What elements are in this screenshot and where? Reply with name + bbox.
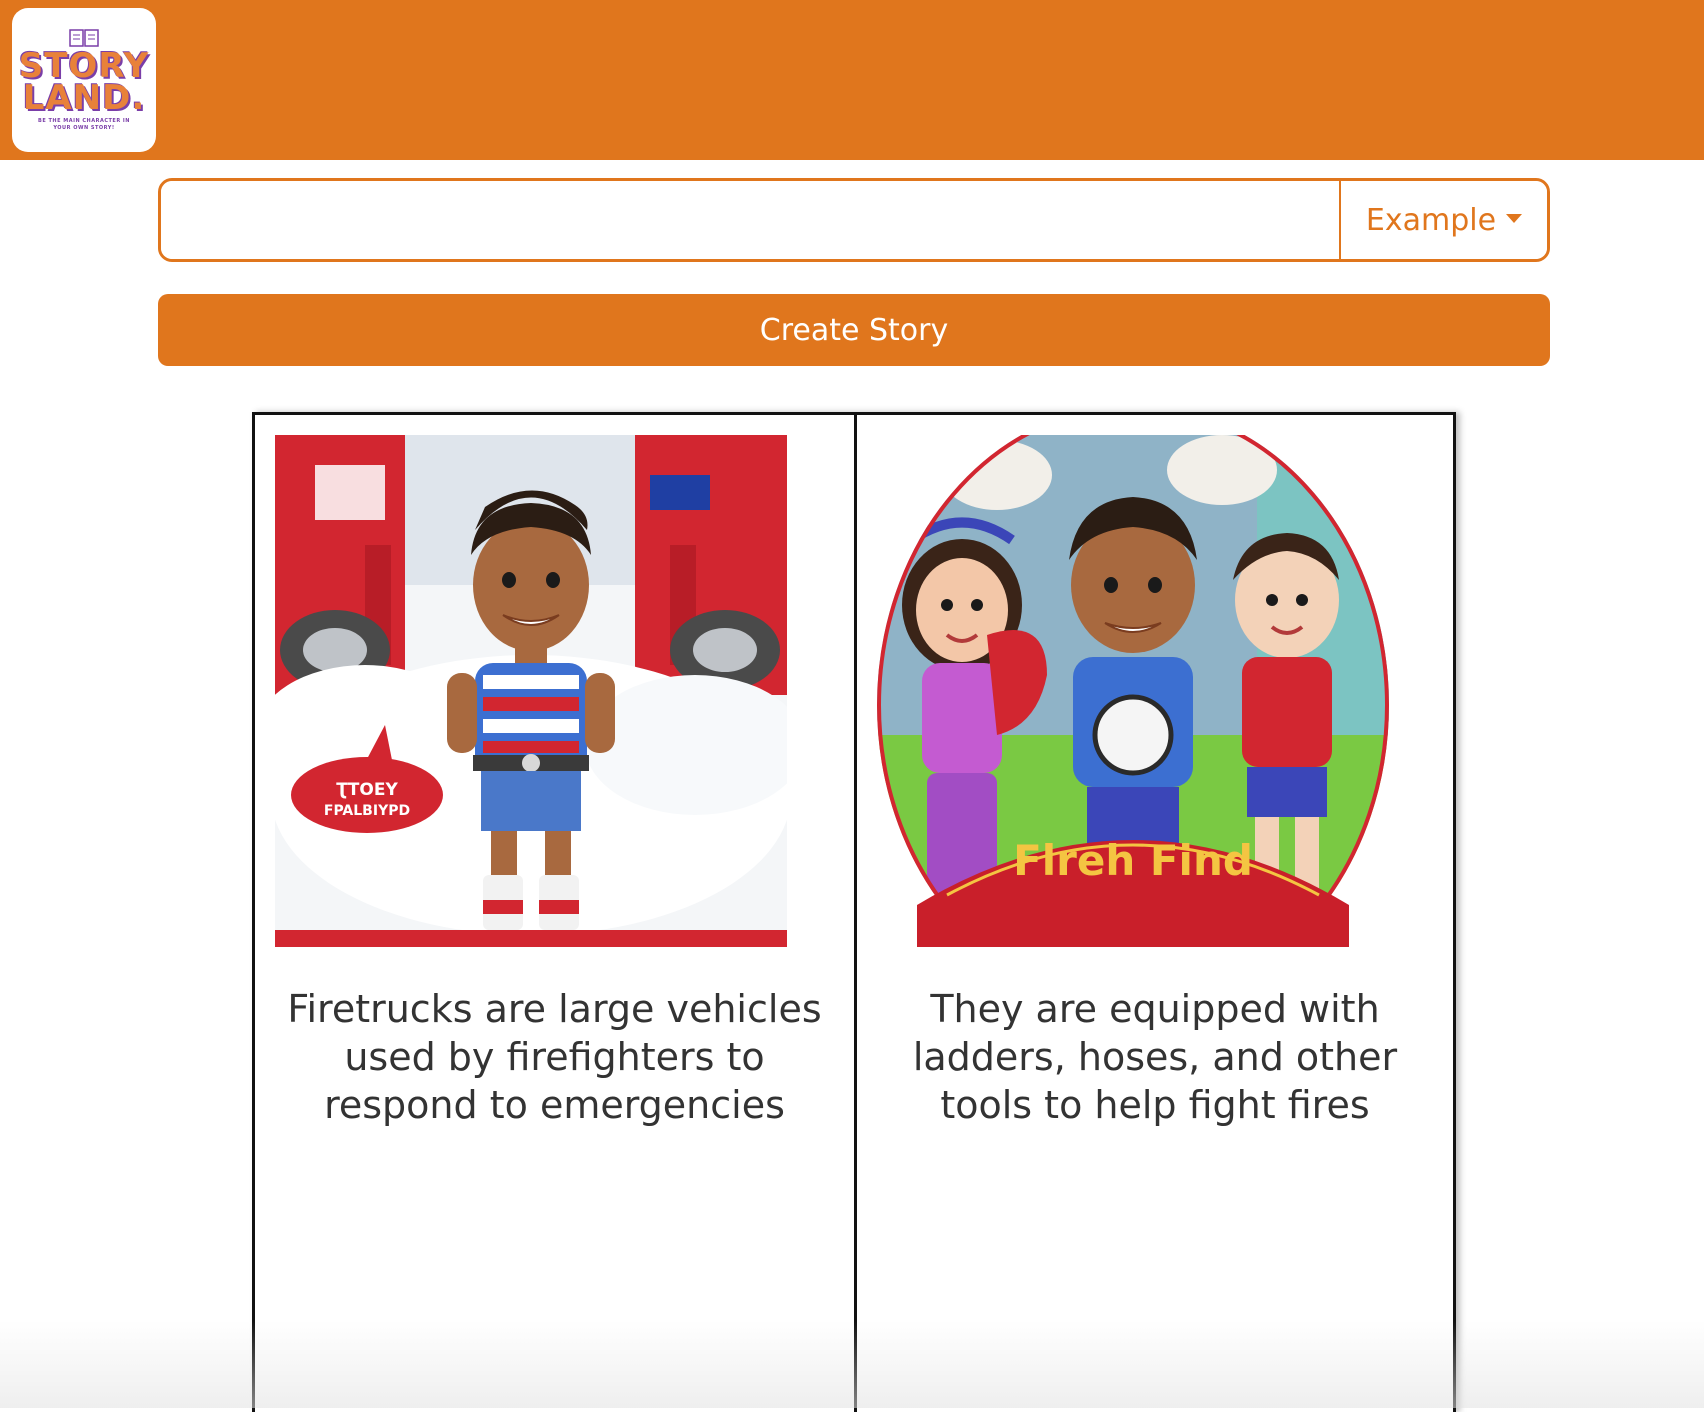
create-story-button[interactable]: Create Story bbox=[158, 294, 1550, 366]
book-icon bbox=[69, 29, 99, 47]
top-navbar: STORY LAND. BE THE MAIN CHARACTER IN YOU… bbox=[0, 0, 1704, 160]
story-illustration-firetruck-boy: ƮTOEY FPALBIYPD bbox=[275, 435, 787, 947]
logo-text-land: LAND. bbox=[22, 78, 146, 118]
storyland-logo[interactable]: STORY LAND. BE THE MAIN CHARACTER IN YOU… bbox=[12, 8, 156, 152]
story-page-1: ƮTOEY FPALBIYPD Firetrucks are large veh… bbox=[255, 415, 854, 1412]
story-prompt-input[interactable] bbox=[161, 181, 1339, 259]
story-page-1-text: Firetrucks are large vehicles used by fi… bbox=[287, 987, 822, 1127]
logo-tagline: BE THE MAIN CHARACTER IN YOUR OWN STORY! bbox=[38, 118, 130, 131]
story-page-2-text: They are equipped with ladders, hoses, a… bbox=[912, 987, 1398, 1127]
story-prompt-group: Example bbox=[158, 178, 1550, 262]
bubble-text-line-2: FPALBIYPD bbox=[324, 803, 410, 819]
storybook: ƮTOEY FPALBIYPD Firetrucks are large veh… bbox=[252, 412, 1456, 1412]
bubble-text-line-1: ƮTOEY bbox=[336, 780, 398, 800]
example-dropdown-label: Example bbox=[1365, 202, 1497, 238]
caret-down-icon bbox=[1506, 213, 1523, 223]
story-illustration-three-kids: Flreh Find bbox=[877, 435, 1389, 947]
banner-text: Flreh Find bbox=[1013, 836, 1253, 885]
story-page-2: Flreh Find They are equipped with ladder… bbox=[854, 415, 1453, 1412]
example-dropdown-button[interactable]: Example bbox=[1339, 181, 1547, 259]
